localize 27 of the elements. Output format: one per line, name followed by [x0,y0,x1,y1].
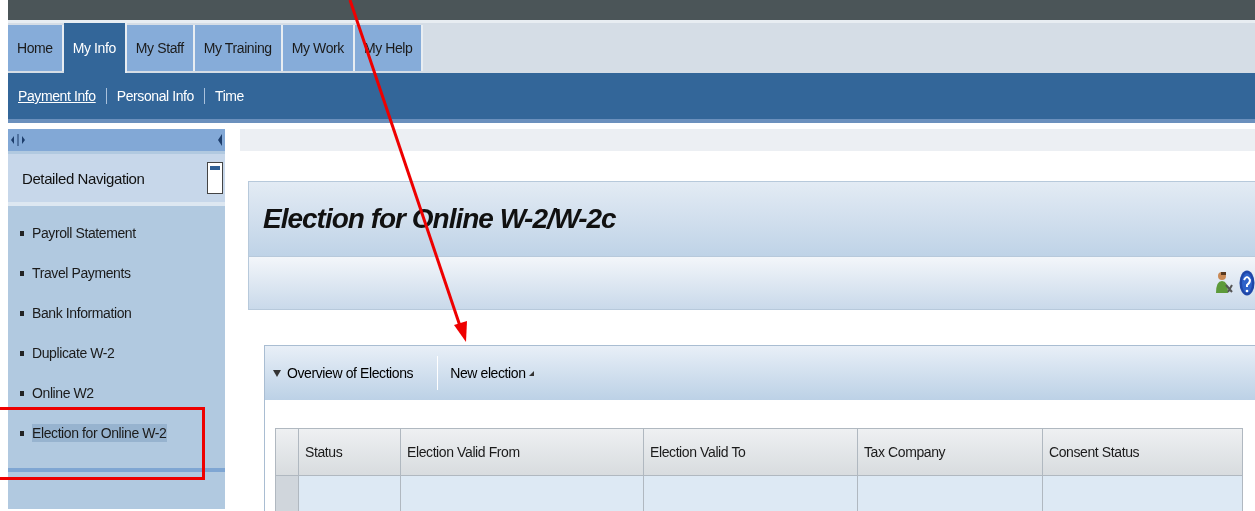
nav-tab[interactable]: My Training [194,25,283,71]
nav-tab[interactable]: My Info [63,23,127,73]
column-header: Election Valid To [644,429,858,475]
new-election-button[interactable]: New election [450,365,534,381]
nav-tab[interactable]: My Work [282,25,355,71]
column-header: Tax Company [858,429,1043,475]
help-icon[interactable] [1239,270,1255,296]
sidebar-link[interactable]: Payroll Statement [32,224,136,242]
sidebar-link[interactable]: Election for Online W-2 [32,424,167,442]
column-header: Consent Status [1043,429,1243,475]
section-toggle[interactable]: Overview of Elections [273,365,414,381]
column-header: Election Valid From [401,429,644,475]
nav-tab[interactable]: My Staff [126,25,195,71]
user-settings-icon[interactable] [1215,271,1233,295]
sidebar-link[interactable]: Bank Information [32,304,132,322]
sidebar-title: Detailed Navigation [22,169,145,187]
sub-nav-link[interactable]: Time [215,88,244,104]
nav-tab[interactable]: Home [8,25,64,71]
collapse-icon[interactable] [217,133,223,147]
sub-nav-link[interactable]: Payment Info [18,88,96,104]
minimize-icon[interactable] [207,162,223,194]
caret-icon [528,370,534,376]
sidebar-link[interactable]: Duplicate W-2 [32,344,115,362]
sidebar-link[interactable]: Online W2 [32,384,94,402]
sub-nav-link[interactable]: Personal Info [116,88,194,104]
sidebar-link[interactable]: Travel Payments [32,264,131,282]
column-header: Status [299,429,401,475]
